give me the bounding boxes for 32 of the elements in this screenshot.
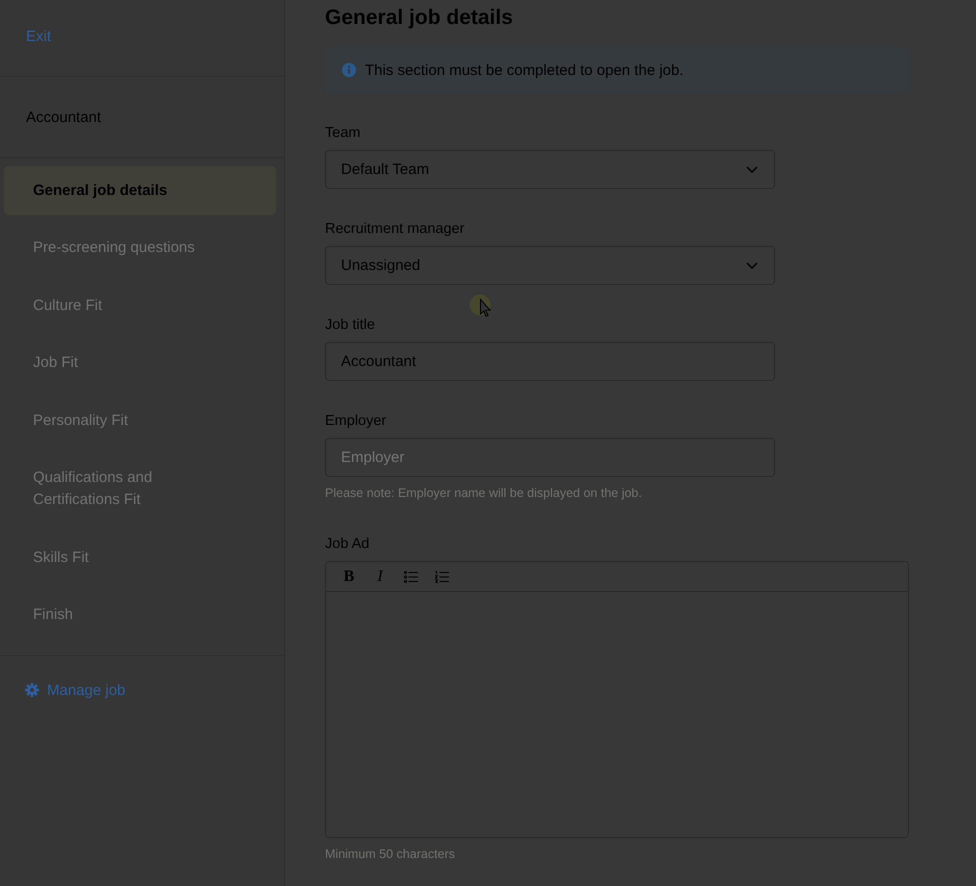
sidebar-step[interactable]: Personality Fit: [4, 396, 276, 445]
field-label: Recruitment manager: [325, 220, 464, 238]
field-hint: Minimum 50 characters: [325, 846, 455, 862]
field-label: Team: [325, 124, 360, 142]
field-hint: Please note: Employer name will be displayed on the job.: [325, 485, 642, 501]
sidebar-step[interactable]: Skills Fit: [4, 533, 276, 582]
sidebar-step[interactable]: Qualifications and Certifications Fit: [4, 454, 276, 524]
chevron-down-icon: [746, 262, 758, 269]
rich-text-editor[interactable]: B I: [325, 561, 909, 838]
gear-icon: [25, 683, 39, 697]
bullet-list-icon: [404, 570, 418, 582]
field-label: Job title: [325, 316, 375, 334]
page-title: General job details: [325, 5, 513, 31]
notice-text: This section must be completed to open the job.: [365, 62, 684, 78]
sidebar-step[interactable]: Job Fit: [4, 338, 276, 388]
info-icon: [342, 63, 356, 77]
italic-button[interactable]: I: [369, 566, 391, 586]
numbered-list-icon: [435, 570, 449, 582]
sidebar-step[interactable]: Culture Fit: [4, 281, 276, 330]
select-field[interactable]: Unassigned: [325, 246, 775, 285]
bold-button[interactable]: B: [338, 566, 360, 586]
select-field[interactable]: Default Team: [325, 150, 775, 189]
sidebar-step[interactable]: Pre-screening questions: [4, 224, 276, 272]
sidebar-step[interactable]: Finish: [4, 590, 276, 640]
field-label: Employer: [325, 412, 386, 430]
exit-link[interactable]: Exit: [26, 28, 52, 45]
manage-job-link[interactable]: Manage job: [25, 682, 126, 698]
text-input-field[interactable]: Employer: [325, 438, 775, 477]
sidebar-step[interactable]: General job details: [4, 166, 276, 215]
text-input-field[interactable]: Accountant: [325, 342, 775, 381]
field-label: Job Ad: [325, 535, 370, 553]
chevron-down-icon: [746, 166, 758, 173]
